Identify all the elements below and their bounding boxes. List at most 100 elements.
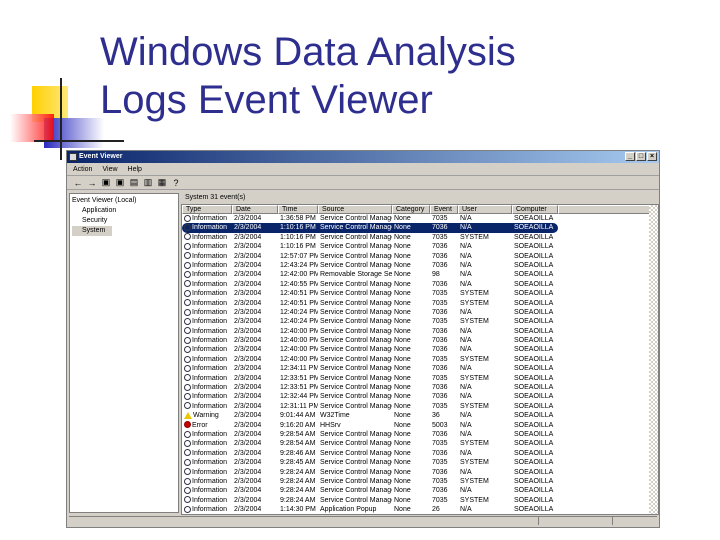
cell-category: None xyxy=(392,299,430,308)
column-header-type[interactable]: Type xyxy=(182,205,232,214)
table-row[interactable]: Information 2/3/2004 9:28:24 AM Service Con… xyxy=(182,477,658,486)
cell-type: Information xyxy=(182,345,232,354)
cell-text: SOEAOILLA xyxy=(514,402,554,410)
table-row[interactable]: Information 2/3/2004 1:14:30 PM Application… xyxy=(182,505,658,514)
table-row[interactable]: Information 2/3/2004 12:40:55 PM Service Co… xyxy=(182,280,658,289)
table-row[interactable]: Information 2/3/2004 12:33:51 PM Service Co… xyxy=(182,383,658,392)
help-icon[interactable]: ? xyxy=(171,178,181,188)
cell-text: None xyxy=(394,224,411,232)
cell-text: SOEAOILLA xyxy=(514,506,554,514)
column-header-category[interactable]: Category xyxy=(392,205,430,214)
cell-date: 2/3/2004 xyxy=(232,421,278,430)
information-icon xyxy=(184,327,191,335)
cell-text: Information xyxy=(192,449,228,457)
cell-text: None xyxy=(394,337,411,345)
tree-item-application[interactable]: Application xyxy=(72,206,176,216)
cell-category: None xyxy=(392,355,430,364)
menu-view[interactable]: View xyxy=(102,166,117,173)
cell-source: Service Control Manager xyxy=(318,374,392,383)
maximize-button[interactable]: □ xyxy=(636,152,646,161)
table-row[interactable]: Information 2/3/2004 12:34:11 PM Service Co… xyxy=(182,364,658,373)
table-row[interactable]: Error 2/3/2004 9:16:20 AM HHSrv None 5003 N/A S… xyxy=(182,421,658,430)
cell-computer: SOEAOILLA xyxy=(512,374,558,383)
table-row[interactable]: Information 2/3/2004 9:28:24 AM Service Con… xyxy=(182,496,658,505)
table-row[interactable]: Information2/3/20041:36:11 PMApplication… xyxy=(182,515,658,516)
table-row[interactable]: Information 2/3/2004 9:28:45 AM Service Con… xyxy=(182,458,658,467)
table-row[interactable]: Information 2/3/2004 1:36:58 PM Service Con… xyxy=(182,214,658,223)
table-row[interactable]: Information 2/3/2004 1:10:16 PM Service Con… xyxy=(182,233,658,242)
cell-text: SOEAOILLA xyxy=(514,327,554,335)
table-row[interactable]: Information 2/3/2004 12:43:24 PM Service Co… xyxy=(182,261,658,270)
show-tree-icon[interactable]: ▣ xyxy=(115,177,125,188)
table-row[interactable]: Information 2/3/2004 12:32:44 PM Service Co… xyxy=(182,392,658,401)
menu-help[interactable]: Help xyxy=(128,166,142,173)
cell-text: Information xyxy=(192,337,228,345)
table-row[interactable]: Information 2/3/2004 9:28:54 AM Service Con… xyxy=(182,439,658,448)
column-header-time[interactable]: Time xyxy=(278,205,318,214)
cell-text: 7035 xyxy=(432,496,448,504)
tree-item-security[interactable]: Security xyxy=(72,216,176,226)
cell-text: SOEAOILLA xyxy=(514,449,554,457)
cell-time: 12:40:24 PM xyxy=(278,317,318,326)
cell-text: 7036 xyxy=(432,261,448,269)
cell-source: Service Control Manager xyxy=(318,336,392,345)
forward-icon[interactable]: → xyxy=(87,178,97,188)
cell-type: Information xyxy=(182,327,232,336)
cell-computer: SOEAOILLA xyxy=(512,421,558,430)
export-icon[interactable]: ▦ xyxy=(157,177,167,188)
information-icon xyxy=(184,468,191,476)
column-header-source[interactable]: Source xyxy=(318,205,392,214)
cell-text: 12:43:24 PM xyxy=(280,261,318,269)
information-icon xyxy=(184,496,191,504)
cell-date: 2/3/2004 xyxy=(232,392,278,401)
cell-user: SYSTEM xyxy=(458,289,512,298)
cell-text: Information xyxy=(192,477,228,485)
table-row[interactable]: Information 2/3/2004 12:33:51 PM Service Co… xyxy=(182,374,658,383)
up-icon[interactable]: ▣ xyxy=(101,177,111,188)
refresh-icon[interactable]: ▥ xyxy=(143,177,153,188)
cell-text: 1:10:16 PM xyxy=(280,233,316,241)
cell-category: None xyxy=(392,345,430,354)
back-icon[interactable]: ← xyxy=(73,178,83,188)
cell-text: Service Control Manager xyxy=(320,496,392,504)
table-row[interactable]: Information 2/3/2004 1:10:16 PM Service Con… xyxy=(182,223,558,233)
cell-text: 12:40:00 PM xyxy=(280,327,318,335)
vertical-scrollbar[interactable] xyxy=(649,205,658,514)
menu-action[interactable]: Action xyxy=(73,166,92,173)
table-row[interactable]: Information 2/3/2004 9:28:24 AM Service Con… xyxy=(182,486,658,495)
column-header-user[interactable]: User xyxy=(458,205,512,214)
cell-text: Service Control Manager xyxy=(320,440,392,448)
table-row[interactable]: Information 2/3/2004 12:40:00 PM Service Co… xyxy=(182,336,658,345)
table-row[interactable]: Information 2/3/2004 1:10:16 PM Service Con… xyxy=(182,242,658,251)
table-row[interactable]: Information 2/3/2004 12:40:00 PM Service Co… xyxy=(182,355,658,364)
table-row[interactable]: Information 2/3/2004 9:28:54 AM Service Con… xyxy=(182,430,658,439)
table-row[interactable]: Information 2/3/2004 12:40:51 PM Service Co… xyxy=(182,299,658,308)
table-row[interactable]: Information 2/3/2004 12:40:00 PM Service Co… xyxy=(182,327,658,336)
table-row[interactable]: Information 2/3/2004 12:57:07 PM Service Co… xyxy=(182,252,658,261)
table-row[interactable]: Information 2/3/2004 12:40:24 PM Service Co… xyxy=(182,308,658,317)
column-header-event[interactable]: Event xyxy=(430,205,458,214)
table-row[interactable]: Information 2/3/2004 12:31:11 PM Service Co… xyxy=(182,402,658,411)
tree-root[interactable]: Event Viewer (Local) xyxy=(72,196,176,206)
table-row[interactable]: Information 2/3/2004 9:28:24 AM Service Con… xyxy=(182,468,658,477)
table-row[interactable]: Information 2/3/2004 12:40:24 PM Service Co… xyxy=(182,317,658,326)
minimize-button[interactable]: _ xyxy=(625,152,635,161)
column-header-date[interactable]: Date xyxy=(232,205,278,214)
column-header-computer[interactable]: Computer xyxy=(512,205,558,214)
cell-text: 7036 xyxy=(432,449,448,457)
cell-category: None xyxy=(392,336,430,345)
information-icon xyxy=(184,346,191,354)
table-row[interactable]: Warning 2/3/2004 9:01:44 AM W32Time None 36 N/… xyxy=(182,411,658,420)
table-row[interactable]: Information 2/3/2004 12:40:00 PM Service Co… xyxy=(182,345,658,354)
cell-text: None xyxy=(394,430,411,438)
table-row[interactable]: Information 2/3/2004 12:40:51 PM Service Co… xyxy=(182,289,658,298)
tree-item-system[interactable]: System xyxy=(72,226,112,236)
cell-text: Information xyxy=(192,468,228,476)
table-row[interactable]: Information 2/3/2004 9:28:46 AM Service Con… xyxy=(182,449,658,458)
cell-category: None xyxy=(392,411,430,420)
cell-computer: SOEAOILLA xyxy=(512,214,558,223)
table-row[interactable]: Information 2/3/2004 12:42:00 PM Removable … xyxy=(182,270,658,279)
close-button[interactable]: × xyxy=(647,152,657,161)
cell-date: 2/3/2004 xyxy=(232,505,278,514)
properties-icon[interactable]: ▤ xyxy=(129,177,139,188)
